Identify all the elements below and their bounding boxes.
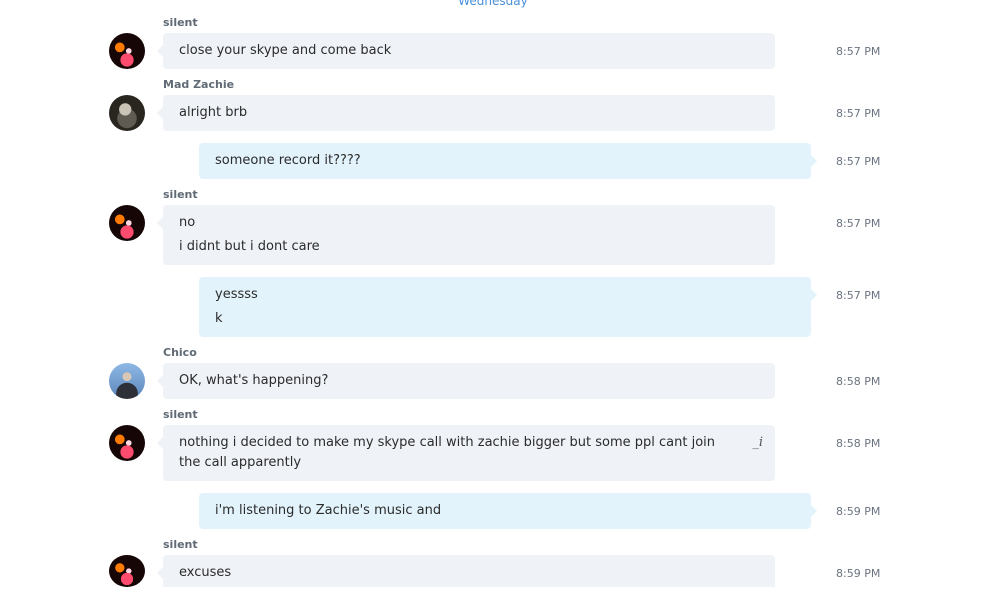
own-message-bubble[interactable]: someone record it????	[199, 143, 817, 179]
message-time: 8:58 PM	[836, 437, 881, 450]
avatar[interactable]	[109, 555, 145, 587]
own-message-bubble[interactable]: i'm listening to Zachie's music and	[199, 493, 817, 529]
edit-icon[interactable]: _i	[752, 433, 763, 453]
avatar[interactable]	[109, 425, 145, 461]
message-text: i didnt but i dont care	[179, 239, 320, 254]
message-bubble[interactable]: excuses	[157, 555, 775, 587]
avatar[interactable]	[109, 33, 145, 69]
message-text: nothing i decided to make my skype call …	[179, 435, 715, 470]
message-time: 8:59 PM	[836, 567, 881, 580]
message-time: 8:57 PM	[836, 155, 881, 168]
message-text: someone record it????	[215, 153, 361, 168]
sender-name: silent	[163, 538, 198, 551]
message-time: 8:57 PM	[836, 289, 881, 302]
sender-name: Chico	[163, 346, 197, 359]
message-bubble[interactable]: alright brb	[157, 95, 775, 131]
message-time: 8:57 PM	[836, 45, 881, 58]
avatar[interactable]	[109, 205, 145, 241]
message-text: i'm listening to Zachie's music and	[215, 503, 442, 518]
avatar[interactable]	[109, 95, 145, 131]
message-bubble[interactable]: nothing i decided to make my skype call …	[157, 425, 775, 481]
message-time: 8:57 PM	[836, 217, 881, 230]
day-divider: Wednesday	[458, 0, 528, 8]
message-text: k	[215, 311, 223, 326]
message-time: 8:59 PM	[836, 505, 881, 518]
message-time: 8:57 PM	[836, 107, 881, 120]
avatar[interactable]	[109, 363, 145, 399]
message-bubble[interactable]: close your skype and come back	[157, 33, 775, 69]
sender-name: silent	[163, 408, 198, 421]
message-text: yessss	[215, 287, 258, 302]
message-text: alright brb	[179, 105, 248, 120]
message-text: excuses	[179, 565, 232, 580]
message-bubble[interactable]: no i didnt but i dont care	[157, 205, 775, 265]
sender-name: silent	[163, 188, 198, 201]
message-text: no	[179, 215, 196, 230]
sender-name: silent	[163, 16, 198, 29]
message-text: OK, what's happening?	[179, 373, 329, 388]
own-message-bubble[interactable]: yessss k	[199, 277, 817, 337]
message-text: close your skype and come back	[179, 43, 392, 58]
sender-name: Mad Zachie	[163, 78, 235, 91]
message-bubble[interactable]: OK, what's happening?	[157, 363, 775, 399]
message-time: 8:58 PM	[836, 375, 881, 388]
